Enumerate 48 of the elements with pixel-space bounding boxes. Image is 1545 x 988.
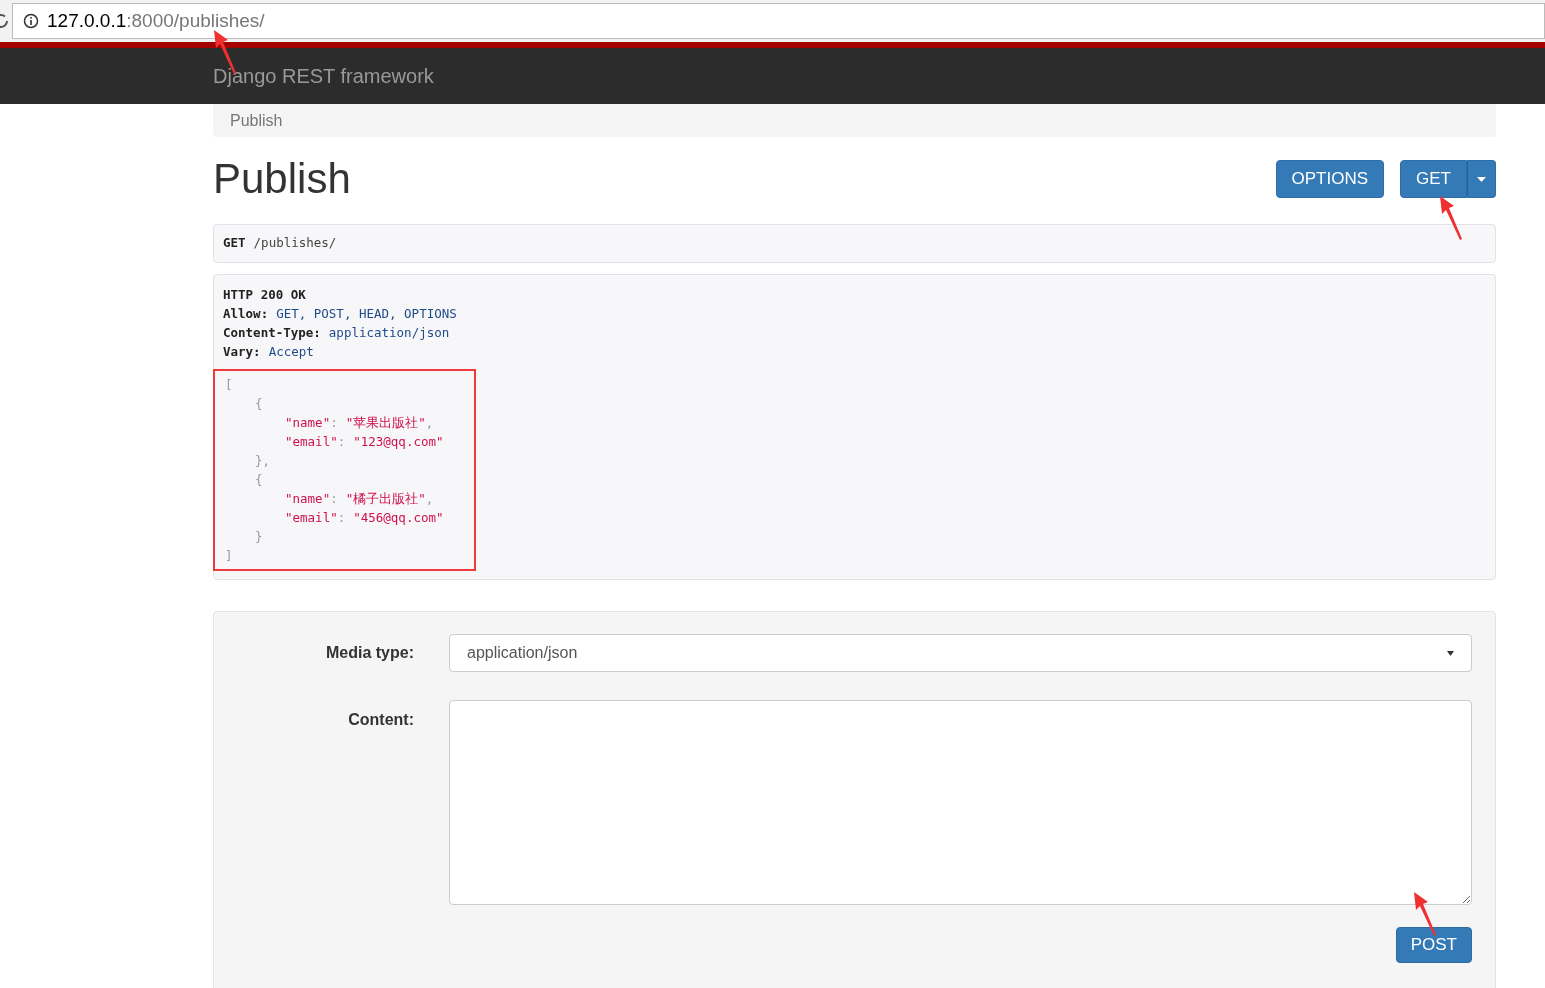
header-name: Allow: [223, 305, 269, 323]
caret-icon [1477, 176, 1486, 182]
header-value: application/json [328, 324, 450, 342]
json-value: "123@qq.com" [353, 433, 444, 451]
content-field[interactable] [449, 700, 1472, 905]
brand-link[interactable]: Django REST framework [213, 61, 434, 91]
content-label: Content: [347, 710, 414, 730]
json-colon: : [330, 490, 338, 508]
json-key: "email" [285, 508, 338, 527]
json-bracket: ] [225, 547, 233, 565]
json-colon: : [337, 433, 346, 451]
json-comma: , [425, 490, 434, 508]
annotation-arrow [1412, 892, 1436, 938]
request-method: GET [223, 234, 246, 253]
status-line: HTTP 200 OK [223, 286, 306, 304]
annotation-arrow [1438, 196, 1462, 242]
json-key: "name" [285, 489, 331, 508]
breadcrumb-item[interactable]: Publish [230, 108, 283, 133]
address-bar[interactable]: 127.0.0.1:8000/publishes/ [12, 3, 1545, 39]
info-icon[interactable] [23, 13, 39, 29]
header-value: GET, POST, HEAD, OPTIONS [276, 305, 457, 323]
json-key: "email" [285, 432, 338, 451]
json-bracket: [ [225, 376, 233, 394]
options-button[interactable]: OPTIONS [1275, 160, 1385, 198]
json-brace: { [255, 395, 263, 413]
json-brace: } [255, 528, 263, 546]
reload-icon[interactable] [0, 13, 8, 29]
media-type-select[interactable]: application/json [449, 634, 1472, 672]
json-colon: : [337, 509, 346, 527]
dropdown-toggle[interactable] [1467, 160, 1496, 198]
header-name: Vary: [223, 343, 261, 361]
json-brace: { [255, 471, 263, 489]
header-name: Content-Type: [223, 324, 321, 342]
url-text: 127.0.0.1:8000/publishes/ [47, 8, 265, 33]
header-value: Accept [268, 343, 314, 361]
caret-icon [1447, 650, 1454, 656]
media-type-label: Media type: [325, 643, 414, 663]
json-value: "456@qq.com" [353, 509, 444, 527]
json-value: "橘子出版社" [345, 490, 426, 508]
request-path: /publishes/ [253, 234, 337, 253]
json-key: "name" [285, 413, 331, 432]
json-comma: , [425, 414, 434, 432]
json-value: "苹果出版社" [345, 414, 426, 432]
json-colon: : [330, 414, 338, 432]
json-brace: }, [255, 452, 271, 470]
page-title: Publish [213, 158, 351, 200]
get-button[interactable]: GET [1400, 160, 1467, 198]
post-button[interactable]: POST [1395, 927, 1472, 963]
